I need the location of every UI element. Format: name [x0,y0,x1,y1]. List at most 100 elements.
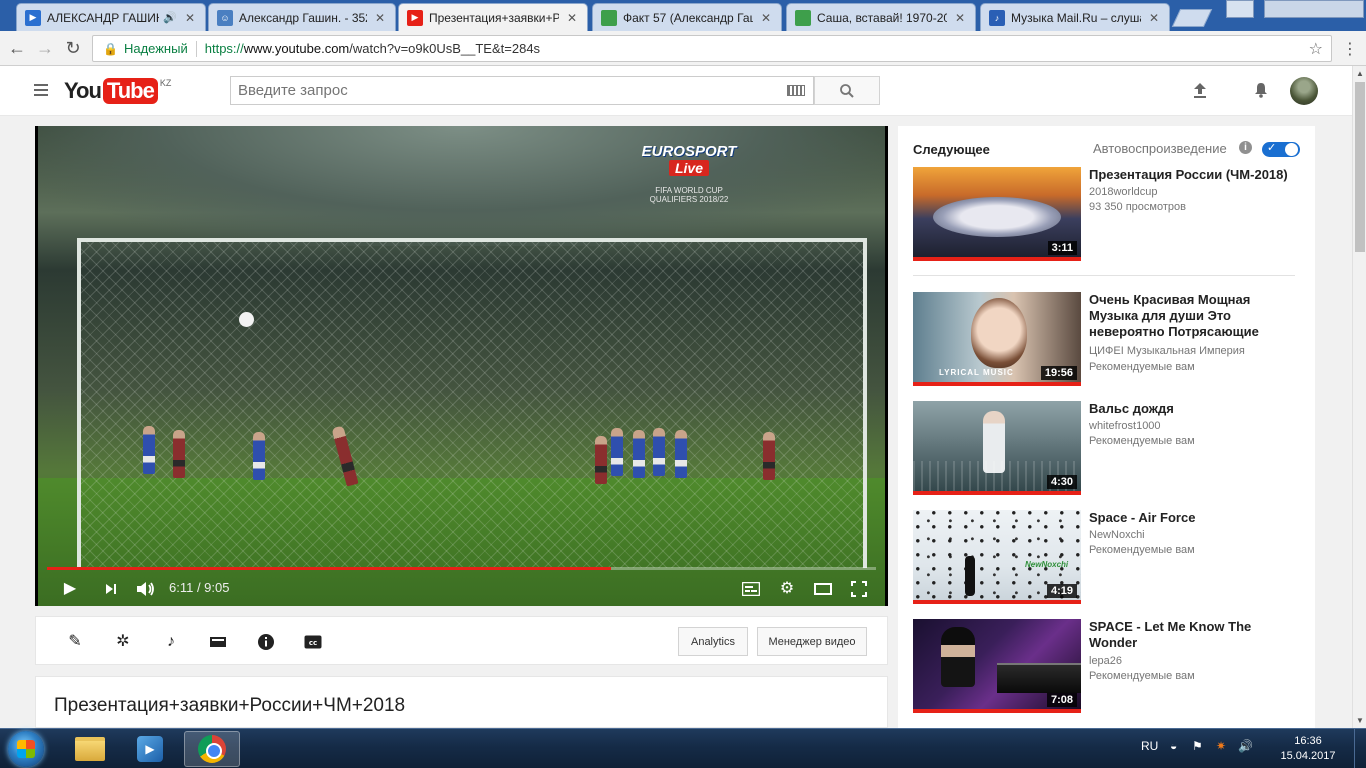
scrollbar-thumb[interactable] [1355,82,1365,252]
folder-icon [75,737,105,761]
next-icon[interactable] [99,578,123,600]
upload-icon[interactable] [1189,81,1211,103]
network-icon[interactable]: ◒ [1170,739,1177,753]
address-bar[interactable]: 🔒 Надежный https://www.youtube.com/watch… [92,35,1332,62]
user-profile-button[interactable] [1226,0,1254,18]
view-count: 93 350 просмотров [1089,201,1186,213]
video-title[interactable]: Вальс дождя [1089,401,1301,417]
video-title[interactable]: Презентация России (ЧМ-2018) [1089,167,1301,183]
close-icon[interactable]: ✕ [373,11,387,25]
tab-title: Александр Гашин. - 352 [239,10,367,25]
music-note-icon[interactable]: ♪ [161,632,181,652]
channel-name[interactable]: ЦИФЕI Музыкальная Империя [1089,344,1245,359]
browser-tab-2[interactable]: ☺ Александр Гашин. - 352 ✕ [208,3,396,31]
list-item[interactable]: 7:08 SPACE - Let Me Know The Wonder lepa… [913,619,1298,713]
video-thumbnail[interactable]: NewNoxchi 4:19 [913,510,1081,604]
play-icon[interactable]: ▶ [58,578,82,600]
watched-bar [913,257,1081,261]
channel-name[interactable]: whitefrost1000 [1089,419,1161,434]
scroll-up-icon[interactable]: ▲ [1356,69,1364,78]
system-clock[interactable]: 16:36 15.04.2017 [1270,734,1346,764]
browser-tab-1[interactable]: ▶ АЛЕКСАНДР ГАШИН 🔊 ✕ [16,3,206,31]
cards-icon[interactable] [208,632,228,652]
close-icon[interactable]: ✕ [1147,11,1161,25]
video-thumbnail[interactable]: 4:30 [913,401,1081,495]
close-icon[interactable]: ✕ [759,11,773,25]
flag-icon[interactable]: ⚑ [1192,739,1203,753]
youtube-logo[interactable]: You Tube KZ [64,78,171,104]
start-button[interactable] [8,731,44,767]
reload-icon[interactable]: ↻ [62,37,84,59]
info-icon[interactable] [256,632,276,652]
video-player[interactable]: EUROSPORT Live FIFA WORLD CUP QUALIFIERS… [35,126,888,606]
guide-menu-icon[interactable] [34,84,48,96]
show-desktop-button[interactable] [1354,729,1366,768]
video-thumbnail[interactable]: LYRICAL MUSIC 19:56 [913,292,1081,386]
video-thumbnail[interactable]: 3:11 [913,167,1081,261]
search-box[interactable] [230,76,814,105]
media-player-taskbar-button[interactable]: ▶ [122,731,178,767]
fullscreen-icon[interactable] [847,578,871,600]
search-button[interactable] [814,76,880,105]
channel-name[interactable]: NewNoxchi [1089,528,1145,543]
url-text[interactable]: https://www.youtube.com/watch?v=o9k0UsB_… [205,41,540,56]
close-icon[interactable]: ✕ [183,11,197,25]
video-thumbnail[interactable]: 7:08 [913,619,1081,713]
search-input[interactable] [231,82,787,99]
browser-tab-3[interactable]: ▶ Презентация+заявки+Р ✕ [398,3,588,31]
forward-icon[interactable]: → [34,37,56,59]
language-indicator[interactable]: RU [1141,739,1158,753]
analytics-button[interactable]: Analytics [678,627,748,656]
windows-taskbar: ▶ RU ◒ ⚑ ✷ 🔊 16:36 15.04.2017 [0,728,1366,768]
pencil-icon[interactable]: ✎ [65,632,85,652]
bookmark-star-icon[interactable]: ☆ [1309,39,1323,59]
security-icon[interactable]: ✷ [1216,739,1226,753]
close-icon[interactable]: ✕ [953,11,967,25]
footballer [143,426,155,474]
window-controls[interactable] [1264,0,1364,18]
browser-tab-4[interactable]: Факт 57 (Александр Гаш ✕ [592,3,782,31]
new-tab-button[interactable] [1171,9,1213,27]
avatar[interactable] [1290,77,1318,105]
browser-toolbar: ← → ↻ 🔒 Надежный https://www.youtube.com… [0,31,1366,66]
channel-name[interactable]: 2018worldcup [1089,185,1158,200]
region-code: KZ [159,78,172,88]
volume-icon[interactable] [134,578,158,600]
bell-icon[interactable] [1250,81,1272,103]
related-sidebar: Следующее Автовоспроизведение i ✓ 3:11 П… [898,126,1315,728]
browser-menu-icon[interactable]: ⋮ [1342,39,1358,59]
page-scrollbar[interactable]: ▲ ▼ [1352,66,1366,728]
keyboard-icon[interactable] [787,85,805,96]
explorer-taskbar-button[interactable] [62,731,118,767]
video-manager-button[interactable]: Менеджер видео [757,627,867,656]
volume-icon[interactable]: 🔊 [1238,739,1253,753]
theater-mode-icon[interactable] [811,578,835,600]
video-duration: 19:56 [1040,366,1077,380]
info-icon[interactable]: i [1239,141,1252,154]
channel-name[interactable]: lepa26 [1089,654,1122,669]
chrome-taskbar-button[interactable] [184,731,240,767]
list-item[interactable]: 4:30 Вальс дождя whitefrost1000 Рекоменд… [913,401,1298,495]
browser-tab-6[interactable]: ♪ Музыка Mail.Ru – слуша ✕ [980,3,1170,31]
subtitles-icon[interactable] [739,578,763,600]
scroll-down-icon[interactable]: ▼ [1356,716,1364,725]
video-title[interactable]: Space - Air Force [1089,510,1301,526]
progress-bar[interactable] [47,567,876,570]
list-item[interactable]: LYRICAL MUSIC 19:56 Очень Красивая Мощна… [913,292,1298,386]
checkmark-icon: ✓ [1267,142,1277,154]
back-icon[interactable]: ← [6,37,28,59]
video-title[interactable]: Очень Красивая Мощная Музыка для души Эт… [1089,292,1301,340]
close-icon[interactable]: ✕ [565,11,579,25]
settings-gear-icon[interactable]: ⚙ [775,578,799,600]
chrome-icon [198,735,226,763]
list-item[interactable]: 3:11 Презентация России (ЧМ-2018) 2018wo… [913,167,1298,261]
autoplay-toggle[interactable]: ✓ [1262,142,1300,157]
magic-wand-icon[interactable]: ✲ [113,632,133,652]
recommendation-note: Рекомендуемые вам [1089,361,1195,373]
list-item[interactable]: NewNoxchi 4:19 Space - Air Force NewNoxc… [913,510,1298,604]
closed-captions-icon[interactable]: cc [303,632,323,652]
play-icon: ▶ [25,9,41,26]
speaker-icon[interactable]: 🔊 [163,11,177,24]
browser-tab-5[interactable]: Саша, вставай! 1970-20 ✕ [786,3,976,31]
video-title[interactable]: SPACE - Let Me Know The Wonder [1089,619,1301,651]
